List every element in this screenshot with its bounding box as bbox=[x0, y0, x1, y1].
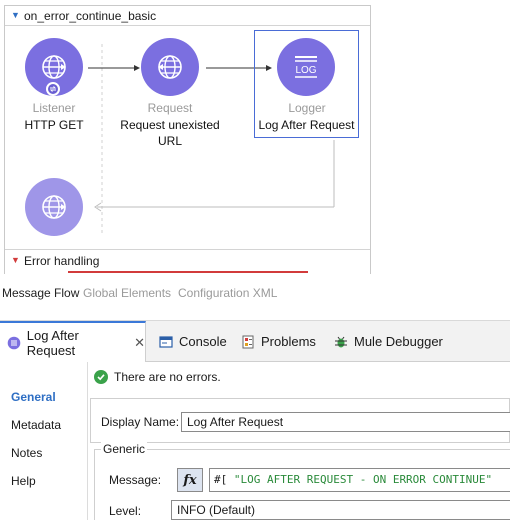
tab-problems[interactable]: Problems bbox=[240, 321, 316, 362]
logger-icon bbox=[6, 335, 22, 351]
response-node-icon[interactable] bbox=[25, 178, 83, 236]
tab-console-label: Console bbox=[179, 334, 227, 349]
display-name-label: Display Name: bbox=[101, 415, 180, 429]
request-node-icon[interactable] bbox=[141, 38, 199, 96]
sidenav-notes[interactable]: Notes bbox=[11, 446, 42, 460]
logger-type-label: Logger bbox=[288, 101, 326, 115]
error-divider bbox=[68, 271, 308, 273]
display-name-field[interactable]: Log After Request bbox=[181, 412, 510, 432]
tab-problems-label: Problems bbox=[261, 334, 316, 349]
tab-console[interactable]: Console bbox=[158, 321, 227, 362]
error-collapse-triangle-icon[interactable]: ▼ bbox=[11, 255, 20, 265]
message-field[interactable]: #[ "LOG AFTER REQUEST - ON ERROR CONTINU… bbox=[209, 468, 510, 492]
error-handling-label: Error handling bbox=[24, 254, 100, 268]
sidenav-general[interactable]: General bbox=[11, 390, 56, 404]
level-select[interactable]: INFO (Default) bbox=[171, 500, 510, 520]
debugger-icon bbox=[333, 334, 349, 350]
view-tabs: Message Flow Global Elements Configurati… bbox=[0, 283, 510, 305]
listener-name-label: HTTP GET bbox=[24, 118, 84, 132]
check-icon bbox=[94, 370, 108, 384]
general-form: Display Name: Log After Request Generic … bbox=[90, 398, 510, 520]
tab-log-after-request[interactable]: Log After Request ✕ bbox=[0, 321, 146, 363]
request-name-label: Request unexisted URL bbox=[120, 118, 220, 148]
logger-node-icon[interactable]: LOG bbox=[277, 38, 335, 96]
validation-status: There are no errors. bbox=[94, 370, 221, 384]
tab-configuration-xml[interactable]: Configuration XML bbox=[178, 286, 277, 300]
tab-global-elements[interactable]: Global Elements bbox=[83, 286, 171, 300]
problems-icon bbox=[240, 334, 256, 350]
expression-prefix: #[ bbox=[214, 473, 228, 486]
request-type-label: Request bbox=[147, 101, 193, 115]
flow-canvas[interactable]: ▼ on_error_continue_basic Listener HTTP … bbox=[0, 0, 510, 283]
fx-label: fx bbox=[183, 472, 197, 488]
sidenav-help[interactable]: Help bbox=[11, 474, 36, 488]
display-name-row: Display Name: Log After Request bbox=[90, 399, 510, 443]
close-icon[interactable]: ✕ bbox=[134, 335, 145, 351]
properties-sidenav: General Metadata Notes Help bbox=[0, 362, 88, 520]
properties-panel: General Metadata Notes Help There are no… bbox=[0, 362, 510, 520]
tab-message-flow[interactable]: Message Flow bbox=[2, 286, 79, 300]
message-value: "LOG AFTER REQUEST - ON ERROR CONTINUE" bbox=[233, 473, 493, 486]
level-label: Level: bbox=[109, 504, 142, 518]
tab-log-after-request-label: Log After Request bbox=[26, 328, 79, 358]
generic-group-label: Generic bbox=[101, 442, 148, 456]
tab-mule-debugger-label: Mule Debugger bbox=[354, 334, 443, 349]
message-label: Message: bbox=[109, 473, 162, 487]
listener-type-label: Listener bbox=[32, 101, 76, 115]
logger-name-label: Log After Request bbox=[258, 118, 355, 132]
tab-mule-debugger[interactable]: Mule Debugger bbox=[333, 321, 443, 362]
error-handling-section[interactable]: ▼ Error handling bbox=[5, 249, 370, 271]
logger-icon-text: LOG bbox=[295, 65, 316, 76]
expression-mode-button[interactable]: fx bbox=[177, 468, 203, 492]
sidenav-metadata[interactable]: Metadata bbox=[11, 418, 61, 432]
status-text: There are no errors. bbox=[114, 370, 221, 384]
generic-group: Generic Message: fx #[ "LOG AFTER REQUES… bbox=[94, 442, 510, 520]
console-icon bbox=[158, 334, 174, 350]
source-badge-icon bbox=[46, 82, 60, 96]
editor-tab-strip: Log After Request ✕ Console Problems Mul… bbox=[0, 320, 510, 363]
